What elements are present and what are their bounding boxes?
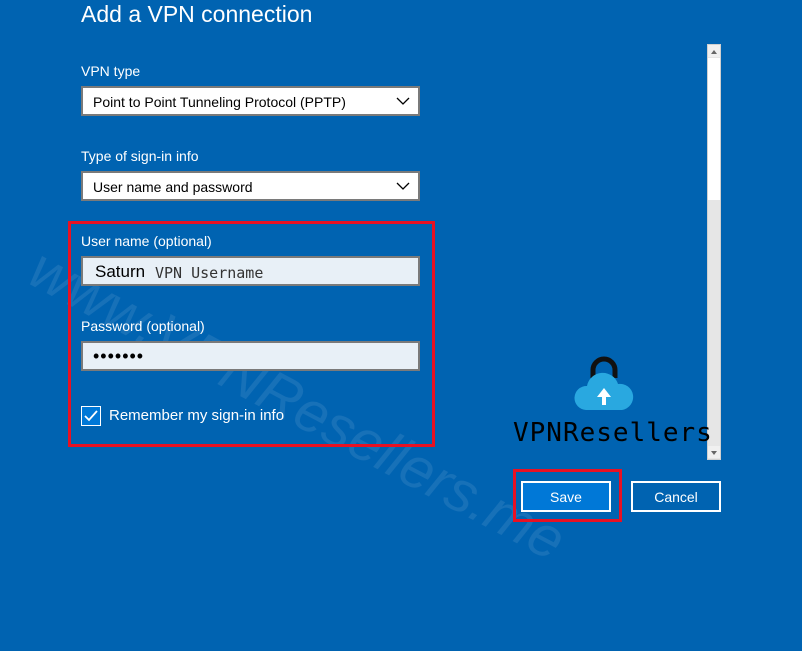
signin-type-dropdown[interactable]: User name and password — [81, 171, 420, 201]
page-title: Add a VPN connection — [81, 1, 313, 27]
remember-label: Remember my sign-in info — [109, 407, 285, 424]
signin-type-value: User name and password — [93, 179, 253, 195]
checkmark-icon — [84, 410, 98, 422]
save-button[interactable]: Save — [521, 481, 611, 512]
remember-checkbox[interactable] — [81, 406, 101, 426]
username-placeholder: VPN Username — [155, 264, 264, 282]
cloud-lock-icon — [574, 356, 634, 410]
chevron-down-icon — [396, 97, 410, 105]
brand-logo-text: VPNResellers — [513, 418, 713, 448]
username-label: User name (optional) — [81, 233, 212, 249]
username-field[interactable]: Saturn VPN Username — [81, 256, 420, 286]
scrollbar[interactable] — [707, 44, 721, 460]
signin-type-label: Type of sign-in info — [81, 148, 199, 164]
vpn-type-value: Point to Point Tunneling Protocol (PPTP) — [93, 94, 346, 110]
scrollbar-thumb[interactable] — [708, 58, 720, 200]
vpn-type-label: VPN type — [81, 63, 141, 79]
chevron-up-icon — [711, 50, 717, 54]
password-field[interactable]: ••••••• — [81, 341, 420, 371]
cancel-button[interactable]: Cancel — [631, 481, 721, 512]
password-label: Password (optional) — [81, 318, 205, 334]
vpn-type-dropdown[interactable]: Point to Point Tunneling Protocol (PPTP) — [81, 86, 420, 116]
chevron-down-icon — [711, 451, 717, 455]
password-value: ••••••• — [93, 346, 145, 366]
username-value: Saturn — [95, 262, 146, 281]
scroll-up-arrow[interactable] — [708, 45, 720, 57]
chevron-down-icon — [396, 182, 410, 190]
